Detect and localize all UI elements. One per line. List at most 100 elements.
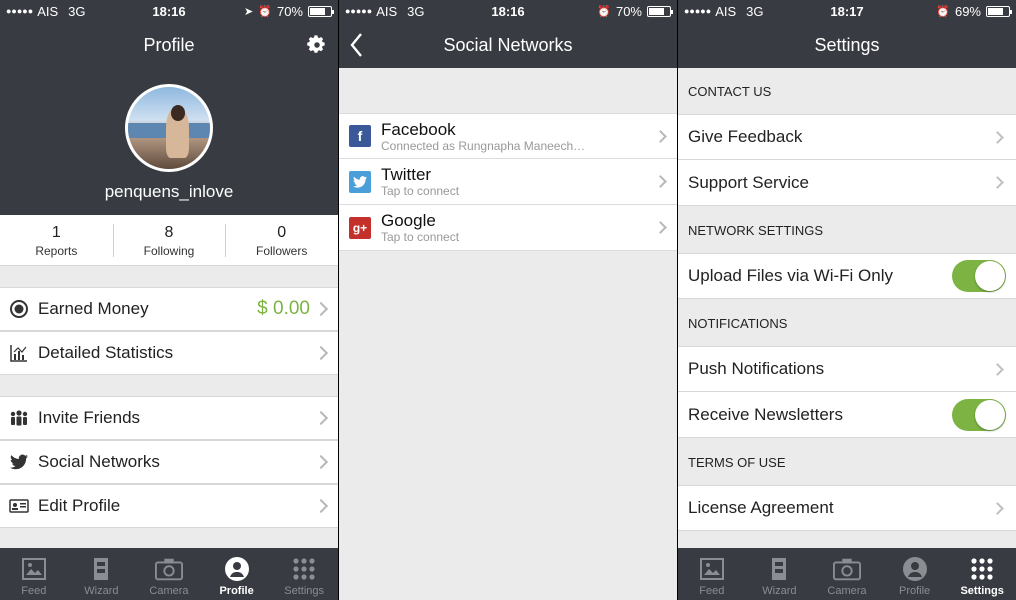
- edit-profile-label: Edit Profile: [38, 496, 121, 515]
- id-card-icon: [0, 499, 38, 513]
- section-header-network: NETWORK SETTINGS: [688, 222, 824, 238]
- wizard-icon: [87, 555, 115, 583]
- social-networks-label: Social Networks: [38, 452, 160, 471]
- invite-friends-row[interactable]: Invite Friends: [0, 396, 338, 440]
- license-agreement-row[interactable]: License Agreement: [678, 485, 1016, 531]
- tab-label: Settings: [284, 585, 325, 597]
- chevron-right-icon: [654, 175, 667, 188]
- wizard-icon: [765, 555, 793, 583]
- tab-label: Wizard: [762, 585, 797, 597]
- chevron-right-icon: [654, 129, 667, 143]
- page-title: Social Networks: [443, 34, 573, 55]
- page-title: Settings: [814, 34, 880, 55]
- section-header-contact: CONTACT US: [688, 83, 772, 99]
- network-name: Google: [381, 211, 436, 230]
- stat-value: 1: [51, 224, 61, 241]
- tab-label: Feed: [699, 585, 725, 597]
- tab-bar: Feed Wizard Camera Profile Settings: [0, 548, 338, 600]
- chevron-right-icon: [313, 454, 329, 470]
- chevron-right-icon: [991, 130, 1004, 144]
- username: penquens_inlove: [104, 182, 234, 201]
- stat-following[interactable]: 8 Following: [112, 215, 226, 265]
- detailed-statistics-label: Detailed Statistics: [38, 343, 174, 362]
- screens-container: ●●●●● AIS 3G 18:16 ➤ ⏰ 70% Profile penqu…: [0, 0, 1016, 600]
- chevron-right-icon: [654, 221, 667, 234]
- upload-wifi-toggle[interactable]: [952, 260, 1006, 292]
- license-agreement-label: License Agreement: [688, 498, 834, 517]
- support-service-row[interactable]: Support Service: [678, 160, 1016, 206]
- tab-wizard[interactable]: Wizard: [68, 548, 136, 600]
- tab-settings[interactable]: Settings: [948, 548, 1016, 600]
- clock: 18:16: [152, 3, 186, 19]
- detailed-statistics-row[interactable]: Detailed Statistics: [0, 331, 338, 375]
- grid-icon: [968, 555, 996, 583]
- tab-camera[interactable]: Camera: [135, 548, 203, 600]
- push-notifications-row[interactable]: Push Notifications: [678, 346, 1016, 392]
- earned-money-value: $ 0.00: [257, 298, 310, 319]
- tab-camera[interactable]: Camera: [813, 548, 881, 600]
- image-icon: [698, 555, 726, 583]
- tab-profile[interactable]: Profile: [881, 548, 949, 600]
- earned-money-row[interactable]: Earned Money $ 0.00: [0, 287, 338, 331]
- stat-reports[interactable]: 1 Reports: [0, 215, 113, 265]
- stats-bar: 1 Reports 8 Following 0 Followers: [0, 215, 338, 266]
- google-plus-icon: g+: [349, 216, 371, 239]
- receive-newsletters-label: Receive Newsletters: [688, 404, 843, 424]
- social-networks-row[interactable]: Social Networks: [0, 440, 338, 484]
- tab-label: Feed: [21, 585, 47, 597]
- network-name: Twitter: [381, 165, 432, 184]
- grid-icon: [290, 555, 318, 583]
- status-bar: ●●●●● AIS 3G 18:16 ⏰ 70%: [339, 0, 677, 22]
- upload-wifi-row: Upload Files via Wi-Fi Only: [678, 253, 1016, 299]
- chevron-right-icon: [313, 345, 329, 361]
- status-bar: ●●●●● AIS 3G 18:17 ⏰ 69%: [678, 0, 1016, 22]
- tab-profile[interactable]: Profile: [203, 548, 271, 600]
- stat-label: Following: [143, 244, 195, 258]
- facebook-row[interactable]: f Facebook Connected as Rungnapha Maneec…: [339, 113, 677, 159]
- clock: 18:16: [491, 3, 525, 19]
- nav-bar: Social Networks: [339, 22, 677, 68]
- chevron-right-icon: [313, 410, 329, 426]
- tab-label: Profile: [219, 585, 254, 597]
- image-icon: [20, 555, 48, 583]
- invite-friends-label: Invite Friends: [38, 408, 141, 427]
- clock: 18:17: [830, 3, 864, 19]
- google-row[interactable]: g+ Google Tap to connect: [339, 205, 677, 251]
- network-status: Tap to connect: [381, 184, 460, 198]
- receive-newsletters-toggle[interactable]: [952, 398, 1006, 431]
- settings-screen: ●●●●● AIS 3G 18:17 ⏰ 69% Settings CONTAC…: [678, 0, 1016, 600]
- chevron-right-icon: [313, 301, 329, 317]
- edit-profile-row[interactable]: Edit Profile: [0, 484, 338, 528]
- battery-icon: [647, 5, 673, 17]
- camera-icon: [832, 555, 861, 583]
- stat-label: Reports: [35, 244, 78, 258]
- coin-icon: [0, 300, 38, 318]
- chevron-right-icon: [991, 501, 1004, 515]
- chart-icon: [0, 344, 38, 362]
- stat-followers[interactable]: 0 Followers: [225, 215, 338, 265]
- tab-wizard[interactable]: Wizard: [746, 548, 814, 600]
- chevron-right-icon: [991, 176, 1004, 189]
- give-feedback-row[interactable]: Give Feedback: [678, 114, 1016, 160]
- upload-wifi-label: Upload Files via Wi-Fi Only: [688, 266, 893, 285]
- profile-icon: [223, 555, 251, 583]
- twitter-row[interactable]: Twitter Tap to connect: [339, 159, 677, 205]
- camera-icon: [154, 555, 183, 583]
- tab-feed[interactable]: Feed: [0, 548, 68, 600]
- tab-label: Wizard: [84, 585, 119, 597]
- page-title: Profile: [143, 34, 195, 55]
- give-feedback-label: Give Feedback: [688, 127, 803, 146]
- tab-settings[interactable]: Settings: [270, 548, 338, 600]
- back-arrow-icon[interactable]: [349, 32, 363, 58]
- avatar[interactable]: [125, 84, 213, 172]
- bird-icon: [0, 454, 38, 470]
- people-icon: [0, 409, 38, 427]
- chevron-right-icon: [313, 498, 329, 514]
- gear-icon[interactable]: [306, 34, 328, 56]
- network-status: Connected as Rungnapha Maneech…: [381, 138, 586, 153]
- support-service-label: Support Service: [688, 172, 809, 192]
- tab-label: Profile: [898, 585, 931, 597]
- profile-icon: [901, 555, 929, 583]
- section-header-notifications: NOTIFICATIONS: [688, 315, 788, 331]
- tab-feed[interactable]: Feed: [678, 548, 746, 600]
